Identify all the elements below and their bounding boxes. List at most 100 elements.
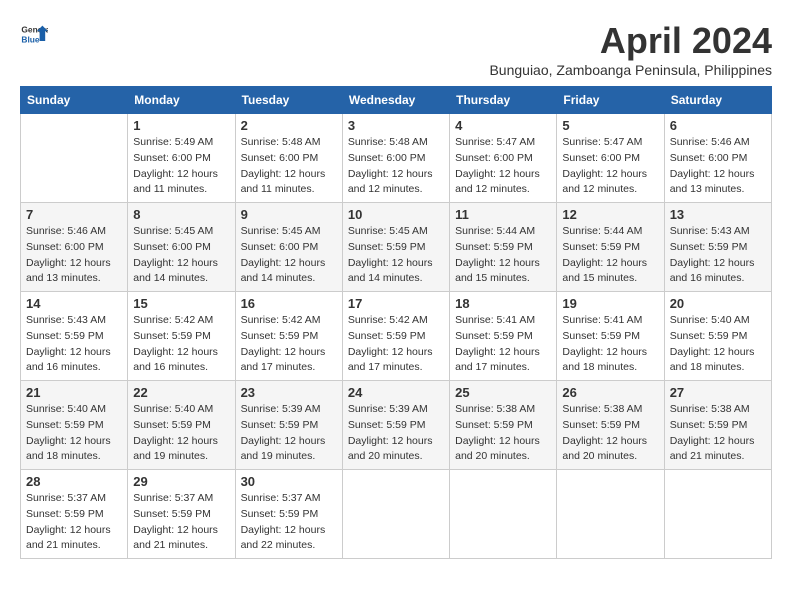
day-info: Sunrise: 5:45 AM Sunset: 6:00 PM Dayligh… xyxy=(241,224,337,287)
day-number: 19 xyxy=(562,296,658,311)
weekday-header-monday: Monday xyxy=(128,87,235,114)
weekday-header-friday: Friday xyxy=(557,87,664,114)
day-info: Sunrise: 5:43 AM Sunset: 5:59 PM Dayligh… xyxy=(26,313,122,376)
day-info: Sunrise: 5:45 AM Sunset: 5:59 PM Dayligh… xyxy=(348,224,444,287)
calendar-cell xyxy=(557,470,664,559)
calendar-table: SundayMondayTuesdayWednesdayThursdayFrid… xyxy=(20,86,772,559)
logo-icon: General Blue xyxy=(20,20,48,48)
day-info: Sunrise: 5:37 AM Sunset: 5:59 PM Dayligh… xyxy=(26,491,122,554)
day-info: Sunrise: 5:40 AM Sunset: 5:59 PM Dayligh… xyxy=(670,313,766,376)
day-info: Sunrise: 5:38 AM Sunset: 5:59 PM Dayligh… xyxy=(562,402,658,465)
day-number: 7 xyxy=(26,207,122,222)
day-number: 4 xyxy=(455,118,551,133)
day-info: Sunrise: 5:48 AM Sunset: 6:00 PM Dayligh… xyxy=(241,135,337,198)
weekday-header-row: SundayMondayTuesdayWednesdayThursdayFrid… xyxy=(21,87,772,114)
calendar-cell: 24 Sunrise: 5:39 AM Sunset: 5:59 PM Dayli… xyxy=(342,381,449,470)
day-number: 6 xyxy=(670,118,766,133)
day-number: 13 xyxy=(670,207,766,222)
weekday-header-tuesday: Tuesday xyxy=(235,87,342,114)
calendar-cell: 11 Sunrise: 5:44 AM Sunset: 5:59 PM Dayli… xyxy=(450,203,557,292)
day-number: 30 xyxy=(241,474,337,489)
svg-text:Blue: Blue xyxy=(21,34,39,44)
day-number: 22 xyxy=(133,385,229,400)
day-number: 15 xyxy=(133,296,229,311)
day-info: Sunrise: 5:38 AM Sunset: 5:59 PM Dayligh… xyxy=(670,402,766,465)
calendar-cell: 17 Sunrise: 5:42 AM Sunset: 5:59 PM Dayli… xyxy=(342,292,449,381)
day-number: 12 xyxy=(562,207,658,222)
day-info: Sunrise: 5:46 AM Sunset: 6:00 PM Dayligh… xyxy=(26,224,122,287)
calendar-cell: 25 Sunrise: 5:38 AM Sunset: 5:59 PM Dayli… xyxy=(450,381,557,470)
calendar-cell: 10 Sunrise: 5:45 AM Sunset: 5:59 PM Dayli… xyxy=(342,203,449,292)
weekday-header-thursday: Thursday xyxy=(450,87,557,114)
day-info: Sunrise: 5:45 AM Sunset: 6:00 PM Dayligh… xyxy=(133,224,229,287)
day-info: Sunrise: 5:46 AM Sunset: 6:00 PM Dayligh… xyxy=(670,135,766,198)
calendar-cell: 9 Sunrise: 5:45 AM Sunset: 6:00 PM Daylig… xyxy=(235,203,342,292)
day-number: 8 xyxy=(133,207,229,222)
calendar-cell: 4Sunrise: 5:47 AM Sunset: 6:00 PM Daylig… xyxy=(450,114,557,203)
week-row-1: 1 Sunrise: 5:49 AM Sunset: 6:00 PM Daylig… xyxy=(21,114,772,203)
day-number: 1 xyxy=(133,118,229,133)
weekday-header-sunday: Sunday xyxy=(21,87,128,114)
calendar-cell: 29 Sunrise: 5:37 AM Sunset: 5:59 PM Dayli… xyxy=(128,470,235,559)
weekday-header-saturday: Saturday xyxy=(664,87,771,114)
day-number: 25 xyxy=(455,385,551,400)
calendar-cell xyxy=(342,470,449,559)
day-info: Sunrise: 5:47 AM Sunset: 6:00 PM Dayligh… xyxy=(562,135,658,198)
day-info: Sunrise: 5:49 AM Sunset: 6:00 PM Dayligh… xyxy=(133,135,229,198)
day-info: Sunrise: 5:43 AM Sunset: 5:59 PM Dayligh… xyxy=(670,224,766,287)
day-number: 9 xyxy=(241,207,337,222)
day-info: Sunrise: 5:44 AM Sunset: 5:59 PM Dayligh… xyxy=(562,224,658,287)
week-row-5: 28 Sunrise: 5:37 AM Sunset: 5:59 PM Dayli… xyxy=(21,470,772,559)
calendar-cell: 13 Sunrise: 5:43 AM Sunset: 5:59 PM Dayli… xyxy=(664,203,771,292)
day-info: Sunrise: 5:44 AM Sunset: 5:59 PM Dayligh… xyxy=(455,224,551,287)
calendar-cell: 20 Sunrise: 5:40 AM Sunset: 5:59 PM Dayli… xyxy=(664,292,771,381)
calendar-cell: 2Sunrise: 5:48 AM Sunset: 6:00 PM Daylig… xyxy=(235,114,342,203)
day-number: 27 xyxy=(670,385,766,400)
day-number: 28 xyxy=(26,474,122,489)
day-info: Sunrise: 5:40 AM Sunset: 5:59 PM Dayligh… xyxy=(26,402,122,465)
calendar-cell: 6 Sunrise: 5:46 AM Sunset: 6:00 PM Daylig… xyxy=(664,114,771,203)
calendar-cell: 8 Sunrise: 5:45 AM Sunset: 6:00 PM Daylig… xyxy=(128,203,235,292)
calendar-cell: 21 Sunrise: 5:40 AM Sunset: 5:59 PM Dayli… xyxy=(21,381,128,470)
day-number: 11 xyxy=(455,207,551,222)
day-info: Sunrise: 5:37 AM Sunset: 5:59 PM Dayligh… xyxy=(133,491,229,554)
calendar-cell xyxy=(450,470,557,559)
calendar-cell: 23 Sunrise: 5:39 AM Sunset: 5:59 PM Dayli… xyxy=(235,381,342,470)
calendar-cell: 19 Sunrise: 5:41 AM Sunset: 5:59 PM Dayli… xyxy=(557,292,664,381)
day-number: 10 xyxy=(348,207,444,222)
day-number: 3 xyxy=(348,118,444,133)
calendar-cell: 18Sunrise: 5:41 AM Sunset: 5:59 PM Dayli… xyxy=(450,292,557,381)
calendar-cell xyxy=(21,114,128,203)
day-number: 20 xyxy=(670,296,766,311)
calendar-cell: 12 Sunrise: 5:44 AM Sunset: 5:59 PM Dayli… xyxy=(557,203,664,292)
day-info: Sunrise: 5:41 AM Sunset: 5:59 PM Dayligh… xyxy=(562,313,658,376)
day-number: 29 xyxy=(133,474,229,489)
day-number: 24 xyxy=(348,385,444,400)
day-info: Sunrise: 5:42 AM Sunset: 5:59 PM Dayligh… xyxy=(241,313,337,376)
calendar-cell: 3 Sunrise: 5:48 AM Sunset: 6:00 PM Daylig… xyxy=(342,114,449,203)
week-row-2: 7 Sunrise: 5:46 AM Sunset: 6:00 PM Daylig… xyxy=(21,203,772,292)
day-number: 21 xyxy=(26,385,122,400)
day-info: Sunrise: 5:38 AM Sunset: 5:59 PM Dayligh… xyxy=(455,402,551,465)
day-info: Sunrise: 5:48 AM Sunset: 6:00 PM Dayligh… xyxy=(348,135,444,198)
day-info: Sunrise: 5:42 AM Sunset: 5:59 PM Dayligh… xyxy=(348,313,444,376)
day-number: 26 xyxy=(562,385,658,400)
logo: General Blue xyxy=(20,20,48,48)
day-info: Sunrise: 5:39 AM Sunset: 5:59 PM Dayligh… xyxy=(348,402,444,465)
day-number: 5 xyxy=(562,118,658,133)
month-title: April 2024 xyxy=(489,20,772,62)
day-info: Sunrise: 5:39 AM Sunset: 5:59 PM Dayligh… xyxy=(241,402,337,465)
calendar-cell: 1 Sunrise: 5:49 AM Sunset: 6:00 PM Daylig… xyxy=(128,114,235,203)
calendar-cell: 22Sunrise: 5:40 AM Sunset: 5:59 PM Dayli… xyxy=(128,381,235,470)
day-number: 17 xyxy=(348,296,444,311)
week-row-4: 21 Sunrise: 5:40 AM Sunset: 5:59 PM Dayli… xyxy=(21,381,772,470)
day-number: 18 xyxy=(455,296,551,311)
day-number: 16 xyxy=(241,296,337,311)
calendar-cell: 28 Sunrise: 5:37 AM Sunset: 5:59 PM Dayli… xyxy=(21,470,128,559)
day-number: 23 xyxy=(241,385,337,400)
week-row-3: 14Sunrise: 5:43 AM Sunset: 5:59 PM Dayli… xyxy=(21,292,772,381)
calendar-cell: 15Sunrise: 5:42 AM Sunset: 5:59 PM Dayli… xyxy=(128,292,235,381)
calendar-cell: 26 Sunrise: 5:38 AM Sunset: 5:59 PM Dayli… xyxy=(557,381,664,470)
weekday-header-wednesday: Wednesday xyxy=(342,87,449,114)
title-area: April 2024 Bunguiao, Zamboanga Peninsula… xyxy=(489,20,772,78)
